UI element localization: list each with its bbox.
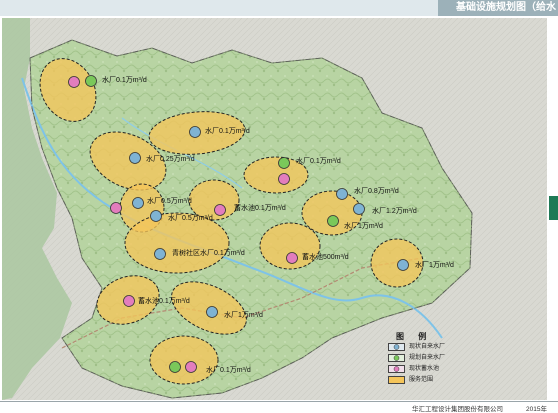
reservoir-swatch-icon bbox=[388, 365, 405, 373]
existing-water-plant-icon[interactable] bbox=[206, 306, 218, 318]
service-area-swatch-icon bbox=[388, 376, 405, 384]
facility-label: 水厂0.1万m³/d bbox=[102, 77, 147, 84]
planned-water-plant-icon[interactable] bbox=[169, 361, 181, 373]
legend-title: 图 例 bbox=[396, 332, 433, 341]
facility-label: 水厂0.1万m³/d bbox=[206, 367, 251, 374]
planned-water-plant-icon[interactable] bbox=[85, 75, 97, 87]
facility-label: 水厂1万m³/d bbox=[415, 262, 454, 269]
legend-label: 规划自来水厂 bbox=[409, 355, 446, 361]
reservoir-icon[interactable] bbox=[123, 295, 135, 307]
planned-water-plant-icon[interactable] bbox=[327, 215, 339, 227]
facility-label: 蓄水池0.1万m³/d bbox=[234, 205, 286, 212]
legend-label: 服务范围 bbox=[409, 377, 434, 383]
planned-water-plant-icon[interactable] bbox=[278, 157, 290, 169]
reservoir-icon[interactable] bbox=[278, 173, 290, 185]
existing-water-plant-icon[interactable] bbox=[189, 126, 201, 138]
existing-water-plant-icon[interactable] bbox=[353, 203, 365, 215]
side-tab[interactable] bbox=[549, 196, 558, 220]
legend-item: 规划自来水厂 bbox=[388, 354, 472, 363]
footer-divider bbox=[0, 401, 558, 402]
existing-water-plant-icon[interactable] bbox=[129, 152, 141, 164]
facility-label: 水厂0.1万m³/d bbox=[296, 158, 341, 165]
facility-label: 水厂1.2万m³/d bbox=[372, 208, 417, 215]
legend-label: 现状蓄水池 bbox=[409, 366, 440, 372]
facility-label: 水厂1万m³/d bbox=[224, 312, 263, 319]
legend-item: 现状自来水厂 bbox=[388, 343, 472, 352]
reservoir-icon[interactable] bbox=[68, 76, 80, 88]
legend-item: 现状蓄水池 bbox=[388, 365, 472, 374]
existing-water-plant-icon[interactable] bbox=[150, 210, 162, 222]
reservoir-icon[interactable] bbox=[110, 202, 122, 214]
reservoir-icon[interactable] bbox=[185, 361, 197, 373]
facility-label: 水厂0.5万m³/d bbox=[147, 198, 192, 205]
facility-label: 水厂0.8万m³/d bbox=[354, 188, 399, 195]
reservoir-icon[interactable] bbox=[286, 252, 298, 264]
facility-label: 水厂0.1万m³/d bbox=[205, 128, 250, 135]
legend-item: 服务范围 bbox=[388, 376, 472, 385]
existing-water-plant-icon[interactable] bbox=[132, 197, 144, 209]
facility-label: 蓄水池500m³/d bbox=[302, 254, 349, 261]
reservoir-icon[interactable] bbox=[214, 204, 226, 216]
service-area bbox=[149, 335, 219, 385]
facility-label: 水厂0.5万m³/d bbox=[168, 215, 213, 222]
facility-label: 水厂1万m³/d bbox=[344, 223, 383, 230]
existing-water-plant-swatch-icon bbox=[388, 343, 405, 351]
facility-label: 蓄水池0.1万m³/d bbox=[138, 298, 190, 305]
facility-label: 水厂0.25万m³/d bbox=[146, 156, 195, 163]
footer-company: 华汇工程设计集团股份有限公司 bbox=[412, 406, 503, 413]
facility-label: 青树社区水厂0.1万m³/d bbox=[172, 250, 245, 257]
existing-water-plant-icon[interactable] bbox=[336, 188, 348, 200]
page-title: 基础设施规划图（给水 bbox=[438, 0, 558, 16]
map-legend: 图 例 现状自来水厂 规划自来水厂 现状蓄水池 服务范围 bbox=[388, 331, 472, 388]
legend-label: 现状自来水厂 bbox=[409, 344, 446, 350]
existing-water-plant-icon[interactable] bbox=[154, 248, 166, 260]
footer-year: 2015年 bbox=[526, 406, 547, 413]
existing-water-plant-icon[interactable] bbox=[397, 259, 409, 271]
planned-water-plant-swatch-icon bbox=[388, 354, 405, 362]
